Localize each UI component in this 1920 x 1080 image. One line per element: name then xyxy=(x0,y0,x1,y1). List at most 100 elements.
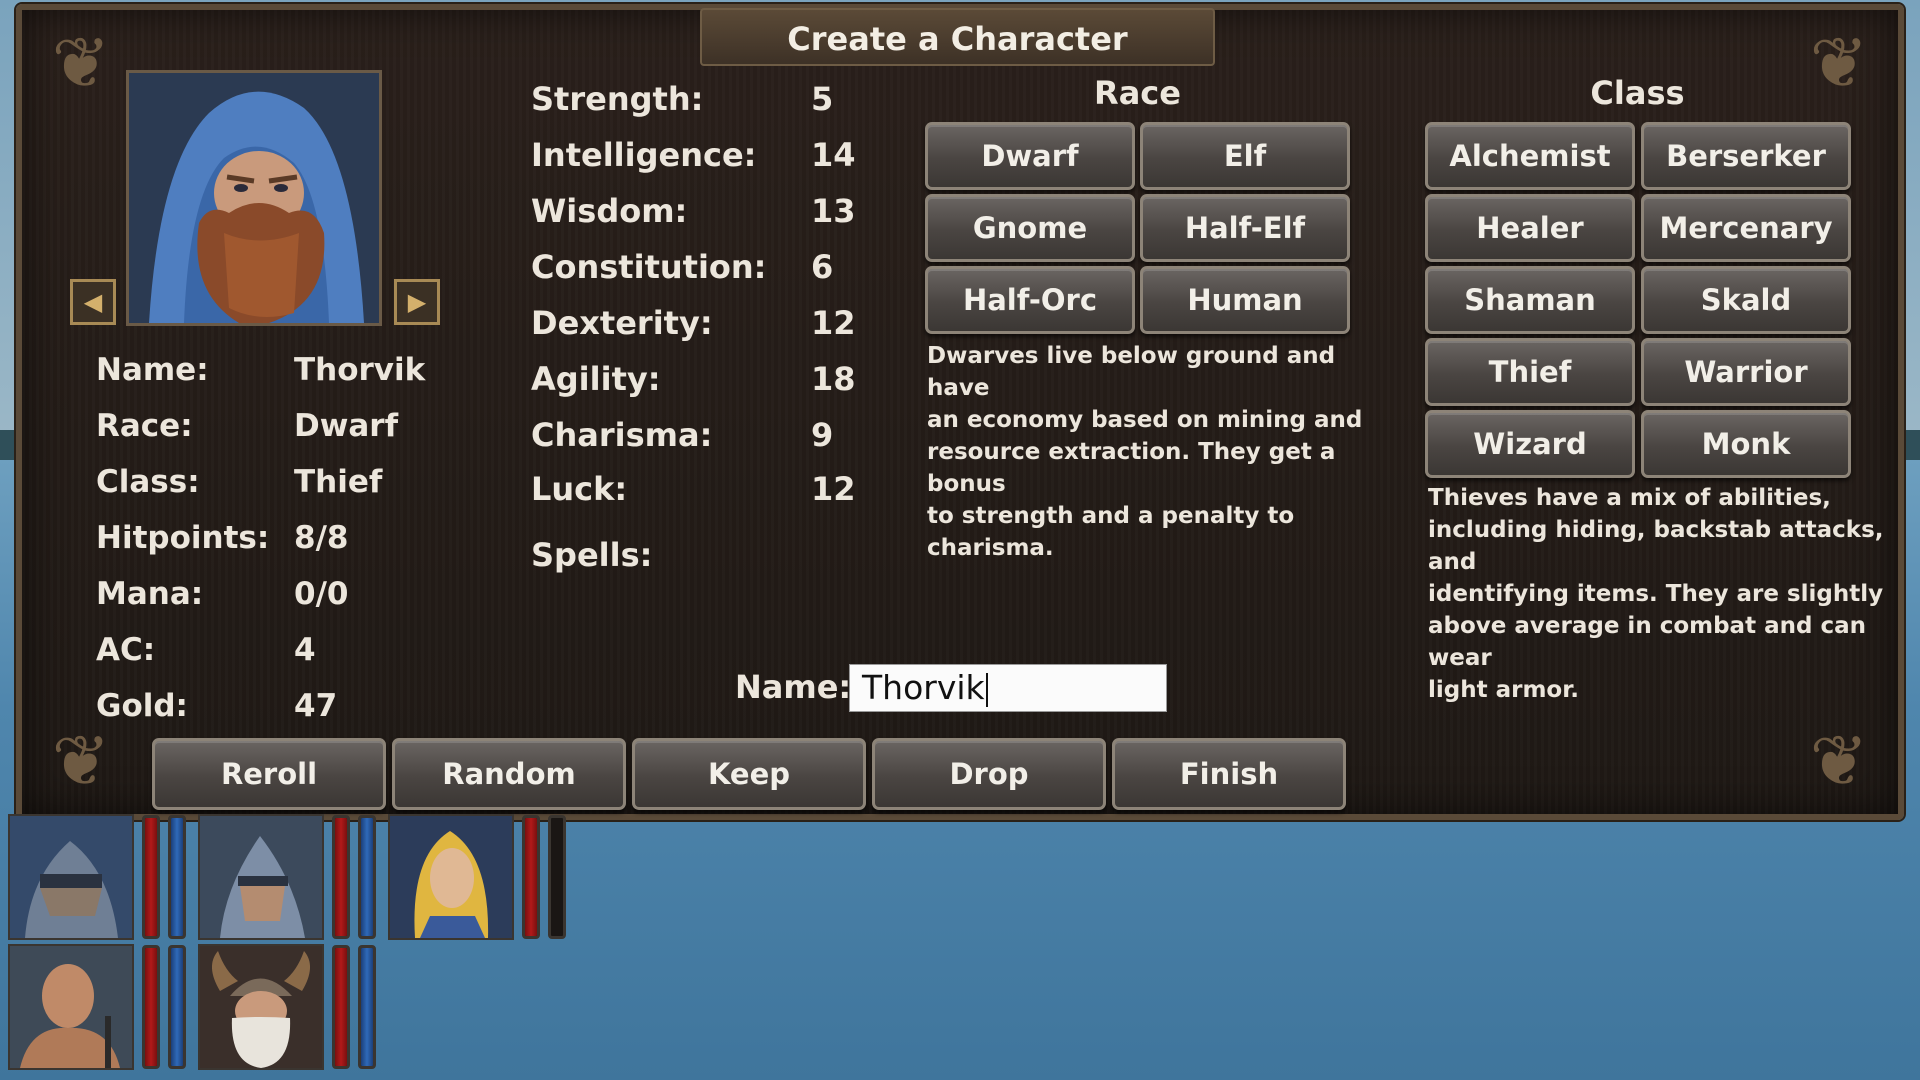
summary-label: Gold: xyxy=(96,688,188,724)
class-description-line: including hiding, backstab attacks, and xyxy=(1428,517,1884,575)
race-button-gnome[interactable]: Gnome xyxy=(925,194,1135,262)
helmed-soldier-icon xyxy=(200,816,322,938)
party-member-2[interactable] xyxy=(198,814,324,940)
stat-dexterity: Dexterity: 12 xyxy=(531,304,856,342)
page-title: Create a Character xyxy=(700,8,1215,66)
party-member-4[interactable] xyxy=(8,944,134,1070)
hooded-dwarf-icon xyxy=(129,73,379,323)
class-heading: Class xyxy=(1590,74,1685,112)
stat-agility: Agility: 18 xyxy=(531,360,856,398)
race-button-dwarf[interactable]: Dwarf xyxy=(925,122,1135,190)
hp-fill xyxy=(525,818,537,936)
race-button-half-orc[interactable]: Half-Orc xyxy=(925,266,1135,334)
summary-label: Class: xyxy=(96,464,200,500)
party-3-hp-bar xyxy=(522,815,540,939)
stat-value: 13 xyxy=(811,192,856,230)
race-description-line: resource extraction. They get a bonus xyxy=(927,439,1336,497)
race-button-half-elf[interactable]: Half-Elf xyxy=(1140,194,1350,262)
class-button-thief[interactable]: Thief xyxy=(1425,338,1635,406)
spells-label: Spells: xyxy=(531,536,653,574)
class-button-monk[interactable]: Monk xyxy=(1641,410,1851,478)
party-5-mana-bar xyxy=(358,945,376,1069)
drop-button[interactable]: Drop xyxy=(872,738,1106,810)
class-button-shaman[interactable]: Shaman xyxy=(1425,266,1635,334)
class-button-warrior[interactable]: Warrior xyxy=(1641,338,1851,406)
party-member-1[interactable] xyxy=(8,814,134,940)
class-button-skald[interactable]: Skald xyxy=(1641,266,1851,334)
stat-label: Dexterity: xyxy=(531,304,713,342)
race-description-line: an economy based on mining and xyxy=(927,407,1363,433)
class-button-berserker[interactable]: Berserker xyxy=(1641,122,1851,190)
stat-label: Strength: xyxy=(531,80,704,118)
keep-button[interactable]: Keep xyxy=(632,738,866,810)
summary-label: Name: xyxy=(96,352,209,388)
stat-value: 9 xyxy=(811,416,834,454)
mp-fill xyxy=(171,948,183,1066)
blonde-elf-icon xyxy=(390,816,512,938)
race-button-elf[interactable]: Elf xyxy=(1140,122,1350,190)
race-description: Dwarves live below ground and have an ec… xyxy=(927,340,1367,564)
text-caret xyxy=(985,672,988,707)
mp-fill xyxy=(171,818,183,936)
class-button-alchemist[interactable]: Alchemist xyxy=(1425,122,1635,190)
hp-fill xyxy=(145,948,157,1066)
stat-value: 5 xyxy=(811,80,834,118)
party-member-5[interactable] xyxy=(198,944,324,1070)
stat-intelligence: Intelligence: 14 xyxy=(531,136,856,174)
random-button[interactable]: Random xyxy=(392,738,626,810)
name-input-value: Thorvik xyxy=(862,668,985,707)
name-input[interactable]: Thorvik xyxy=(849,664,1167,712)
class-description-line: light armor. xyxy=(1428,677,1580,703)
summary-value: 47 xyxy=(294,688,338,724)
hp-fill xyxy=(145,818,157,936)
party-member-3[interactable] xyxy=(388,814,514,940)
character-portrait xyxy=(126,70,382,326)
class-button-healer[interactable]: Healer xyxy=(1425,194,1635,262)
stat-value: 12 xyxy=(811,470,856,508)
summary-value: Dwarf xyxy=(294,408,399,444)
stat-charisma: Charisma: 9 xyxy=(531,416,851,454)
class-description-line: Thieves have a mix of abilities, xyxy=(1428,485,1831,511)
stat-value: 12 xyxy=(811,304,856,342)
previous-portrait-button[interactable]: ◀ xyxy=(70,279,116,325)
race-button-human[interactable]: Human xyxy=(1140,266,1350,334)
reroll-button[interactable]: Reroll xyxy=(152,738,386,810)
stat-constitution: Constitution: 6 xyxy=(531,248,851,286)
party-2-hp-bar xyxy=(332,815,350,939)
stat-label: Wisdom: xyxy=(531,192,688,230)
stat-label: Luck: xyxy=(531,470,628,508)
stat-label: Constitution: xyxy=(531,248,767,286)
class-button-mercenary[interactable]: Mercenary xyxy=(1641,194,1851,262)
hp-fill xyxy=(335,948,347,1066)
stat-luck: Luck: 12 xyxy=(531,470,856,508)
finish-button[interactable]: Finish xyxy=(1112,738,1346,810)
name-field-label: Name: xyxy=(735,668,852,706)
party-4-hp-bar xyxy=(142,945,160,1069)
class-description: Thieves have a mix of abilities, includi… xyxy=(1428,482,1888,706)
party-5-hp-bar xyxy=(332,945,350,1069)
race-heading: Race xyxy=(1094,74,1181,112)
summary-value: 0/0 xyxy=(294,576,349,612)
summary-label: Hitpoints: xyxy=(96,520,270,556)
party-3-mana-bar xyxy=(548,815,566,939)
class-button-wizard[interactable]: Wizard xyxy=(1425,410,1635,478)
stat-strength: Strength: 5 xyxy=(531,80,851,118)
stat-wisdom: Wisdom: 13 xyxy=(531,192,856,230)
mp-fill xyxy=(361,948,373,1066)
summary-label: AC: xyxy=(96,632,156,668)
horned-dwarf-icon xyxy=(200,946,322,1068)
summary-label: Race: xyxy=(96,408,193,444)
party-2-mana-bar xyxy=(358,815,376,939)
mp-fill xyxy=(361,818,373,936)
summary-label: Mana: xyxy=(96,576,204,612)
next-portrait-button[interactable]: ▶ xyxy=(394,279,440,325)
summary-value: Thorvik xyxy=(294,352,426,388)
party-1-hp-bar xyxy=(142,815,160,939)
summary-value: 4 xyxy=(294,632,316,668)
party-1-mana-bar xyxy=(168,815,186,939)
party-4-mana-bar xyxy=(168,945,186,1069)
knight-icon xyxy=(10,816,132,938)
stat-label: Intelligence: xyxy=(531,136,757,174)
stat-label: Charisma: xyxy=(531,416,713,454)
stat-value: 14 xyxy=(811,136,856,174)
